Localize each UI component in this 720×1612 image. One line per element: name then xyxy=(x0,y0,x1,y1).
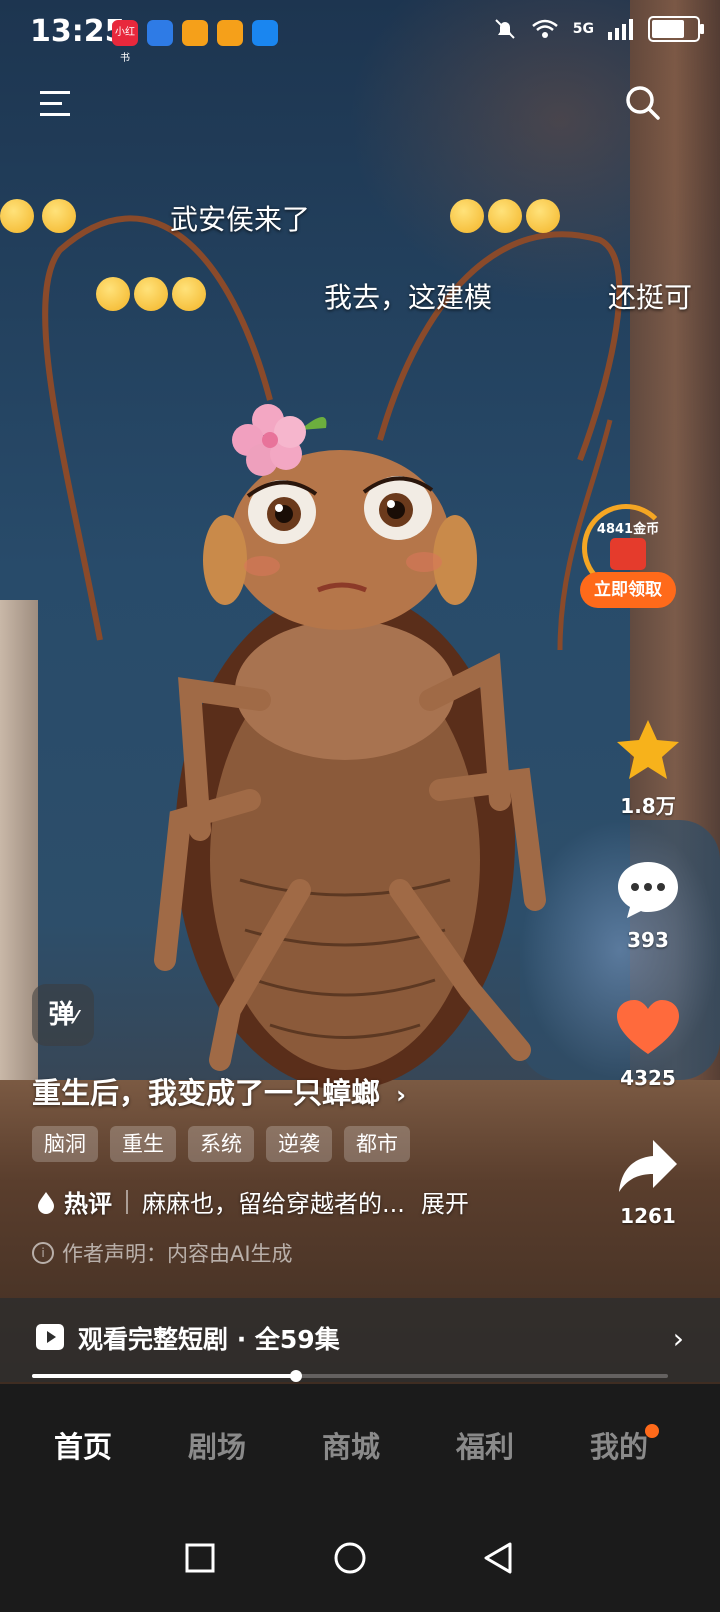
danmaku-toggle-label: 弹 xyxy=(48,1000,75,1030)
app-icon xyxy=(147,20,173,46)
danmaku-emoji-row xyxy=(96,276,210,311)
system-navigation-bar xyxy=(0,1504,720,1612)
progress-fill xyxy=(32,1374,296,1378)
status-bar: 13:25 小红书 5G xyxy=(0,0,720,68)
tag[interactable]: 脑洞 xyxy=(32,1126,98,1162)
share-count: 1261 xyxy=(620,1204,676,1228)
comment-icon xyxy=(618,862,678,918)
tab-home[interactable]: 首页 xyxy=(16,1424,150,1466)
heart-icon xyxy=(617,1000,679,1054)
danmaku-toggle-button[interactable]: 弹⁄ xyxy=(32,984,94,1046)
search-icon[interactable] xyxy=(622,82,664,124)
like-count: 4325 xyxy=(620,1066,676,1090)
angry-emoji-icon xyxy=(488,199,522,233)
weibo-icon xyxy=(217,20,243,46)
wifi-icon xyxy=(531,19,558,38)
share-action[interactable]: 1261 xyxy=(612,1136,684,1228)
author-notice-text: 作者声明：内容由AI生成 xyxy=(62,1242,293,1266)
crying-emoji-icon xyxy=(134,277,168,311)
like-action[interactable]: 4325 xyxy=(612,998,684,1090)
weibo-icon xyxy=(182,20,208,46)
video-progress-bar[interactable] xyxy=(32,1370,668,1382)
tab-theater[interactable]: 剧场 xyxy=(150,1424,284,1466)
pencil-icon: ⁄ xyxy=(74,1007,78,1028)
claim-button[interactable]: 立即领取 xyxy=(580,572,676,608)
hot-comment-text: 麻麻也，留给穿越者的... xyxy=(142,1190,405,1218)
divider xyxy=(126,1189,128,1214)
danmaku-comment: 武安侯来了 xyxy=(170,203,311,236)
network-label: 5G xyxy=(572,21,594,37)
play-icon xyxy=(36,1324,64,1350)
chevron-right-icon: › xyxy=(672,1322,684,1355)
comment-count: 393 xyxy=(627,928,669,952)
mute-bell-icon xyxy=(495,19,515,39)
tab-welfare[interactable]: 福利 xyxy=(418,1424,552,1466)
angry-emoji-icon xyxy=(526,199,560,233)
tab-mine[interactable]: 我的 xyxy=(552,1424,686,1466)
notification-dot xyxy=(645,1424,659,1438)
danmaku-emoji-row xyxy=(0,198,80,233)
bottom-tab-bar: 首页 剧场 商城 福利 我的 xyxy=(0,1384,720,1504)
tag[interactable]: 系统 xyxy=(188,1126,254,1162)
red-envelope-icon xyxy=(610,538,646,570)
emoji-icon xyxy=(42,199,76,233)
author-notice: i 作者声明：内容由AI生成 xyxy=(32,1238,293,1268)
crying-emoji-icon xyxy=(96,277,130,311)
danmaku-comment: 我去，这建模 xyxy=(324,281,493,314)
collect-count: 1.8万 xyxy=(620,794,676,818)
drama-title-link[interactable]: 重生后，我变成了一只蟑螂 › xyxy=(32,1070,406,1112)
square-icon xyxy=(185,1543,215,1573)
angry-emoji-icon xyxy=(450,199,484,233)
triangle-back-icon xyxy=(484,1542,512,1574)
weather-icon xyxy=(252,20,278,46)
signal-icon xyxy=(608,19,633,40)
tab-mall[interactable]: 商城 xyxy=(284,1424,418,1466)
menu-icon[interactable] xyxy=(34,82,76,124)
emoji-icon xyxy=(0,199,34,233)
star-icon xyxy=(617,720,679,779)
hot-comment[interactable]: 热评 麻麻也，留给穿越者的... 展开 xyxy=(36,1184,469,1219)
flame-icon xyxy=(38,1191,54,1214)
comment-action[interactable]: 393 xyxy=(612,858,684,952)
xiaohongshu-icon: 小红书 xyxy=(112,20,138,64)
danmaku-comment: 还挺可 xyxy=(608,281,693,314)
back-button[interactable] xyxy=(468,1528,528,1588)
watch-full-label: 观看完整短剧 · 全59集 xyxy=(78,1325,340,1354)
expand-link[interactable]: 展开 xyxy=(421,1184,469,1219)
collect-action[interactable]: 1.8万 xyxy=(612,718,684,819)
coin-count: 4841金币 xyxy=(596,522,660,537)
progress-knob[interactable] xyxy=(289,1370,302,1382)
coin-reward-widget[interactable]: 4841金币 立即领取 xyxy=(580,504,676,608)
share-icon xyxy=(619,1140,677,1192)
tag[interactable]: 逆袭 xyxy=(266,1126,332,1162)
danmaku-emoji-row xyxy=(450,198,564,233)
battery-icon xyxy=(648,16,704,42)
crying-emoji-icon xyxy=(172,277,206,311)
tag[interactable]: 重生 xyxy=(110,1126,176,1162)
tag-list: 脑洞 重生 系统 逆袭 都市 xyxy=(32,1126,410,1162)
info-icon: i xyxy=(32,1242,54,1264)
chevron-right-icon: › xyxy=(396,1081,407,1109)
hot-label: 热评 xyxy=(64,1190,112,1218)
circle-icon xyxy=(334,1542,366,1574)
recent-apps-button[interactable] xyxy=(170,1528,230,1588)
home-button[interactable] xyxy=(320,1528,380,1588)
watch-full-drama-bar[interactable]: 观看完整短剧 · 全59集 › xyxy=(0,1298,720,1382)
drama-title: 重生后，我变成了一只蟑螂 xyxy=(32,1076,381,1110)
tag[interactable]: 都市 xyxy=(344,1126,410,1162)
